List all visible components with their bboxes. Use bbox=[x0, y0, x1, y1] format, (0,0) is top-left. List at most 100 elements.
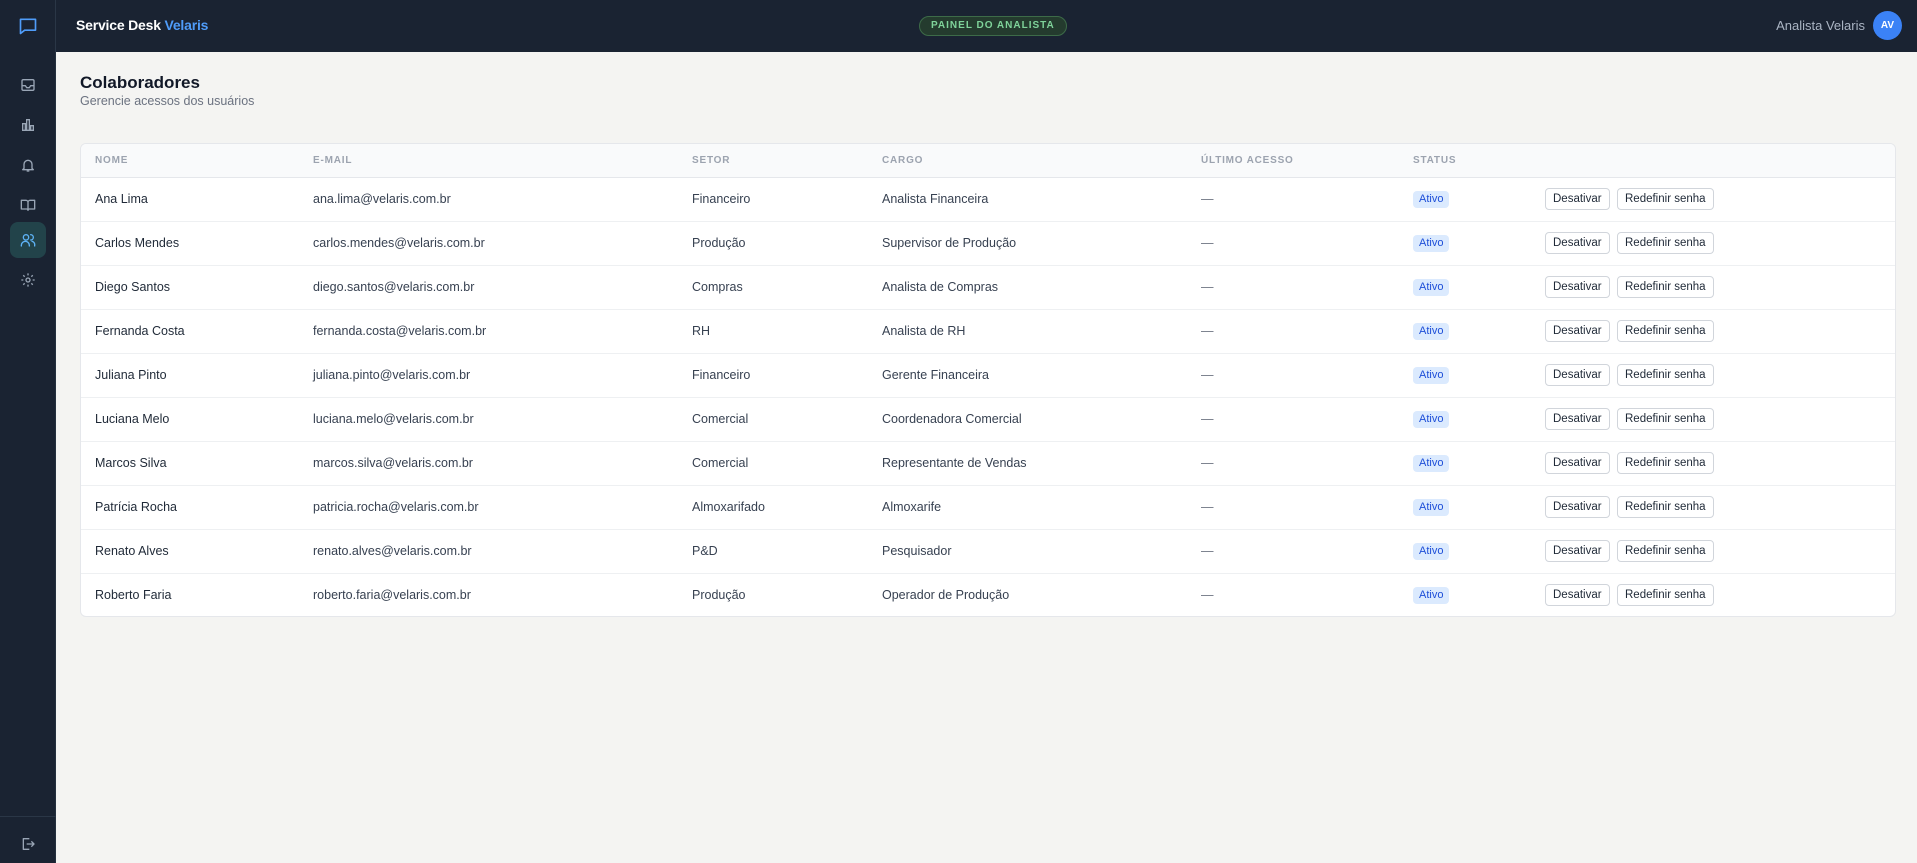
cell-last-access: — bbox=[1201, 236, 1214, 250]
deactivate-button[interactable]: Desativar bbox=[1545, 364, 1610, 386]
cell-last-access: — bbox=[1201, 192, 1214, 206]
cell-email: carlos.mendes@velaris.com.br bbox=[313, 236, 485, 250]
status-badge: Ativo bbox=[1413, 367, 1450, 384]
reset-password-button[interactable]: Redefinir senha bbox=[1617, 452, 1714, 474]
brand-prefix: Service Desk bbox=[76, 17, 161, 33]
chat-icon bbox=[19, 18, 36, 35]
reset-password-button[interactable]: Redefinir senha bbox=[1617, 188, 1714, 210]
user-name: Analista Velaris bbox=[1776, 18, 1865, 33]
cell-name: Diego Santos bbox=[95, 280, 171, 294]
cell-name: Renato Alves bbox=[95, 544, 169, 558]
deactivate-button[interactable]: Desativar bbox=[1545, 540, 1610, 562]
cell-last-access: — bbox=[1201, 456, 1214, 470]
panel-badge: PAINEL DO ANALISTA bbox=[919, 16, 1067, 36]
table-row: Renato Alves renato.alves@velaris.com.br P… bbox=[81, 530, 1895, 574]
cell-email: juliana.pinto@velaris.com.br bbox=[313, 368, 471, 382]
status-badge: Ativo bbox=[1413, 235, 1450, 252]
status-badge: Ativo bbox=[1413, 499, 1450, 516]
sidebar-item-notifications[interactable] bbox=[10, 147, 46, 183]
cell-sector: Comercial bbox=[692, 412, 749, 426]
reset-password-button[interactable]: Redefinir senha bbox=[1617, 408, 1714, 430]
cell-role: Analista de Compras bbox=[882, 280, 999, 294]
cell-sector: Financeiro bbox=[692, 368, 751, 382]
brand-logo-box[interactable] bbox=[0, 0, 56, 52]
bell-icon bbox=[22, 159, 34, 172]
cell-role: Gerente Financeira bbox=[882, 368, 990, 382]
cell-name: Ana Lima bbox=[95, 192, 148, 206]
reset-password-button[interactable]: Redefinir senha bbox=[1617, 584, 1714, 606]
brand-title: Service Desk Velaris bbox=[76, 17, 208, 33]
cell-email: patricia.rocha@velaris.com.br bbox=[313, 500, 479, 514]
cell-role: Almoxarife bbox=[882, 500, 942, 514]
reset-password-button[interactable]: Redefinir senha bbox=[1617, 320, 1714, 342]
reset-password-button[interactable]: Redefinir senha bbox=[1617, 232, 1714, 254]
cell-name: Patrícia Rocha bbox=[95, 500, 177, 514]
logout-button[interactable] bbox=[10, 826, 46, 862]
sidebar-divider bbox=[0, 816, 56, 817]
cell-role: Analista de RH bbox=[882, 324, 966, 338]
cell-name: Carlos Mendes bbox=[95, 236, 180, 250]
cell-last-access: — bbox=[1201, 412, 1214, 426]
reset-password-button[interactable]: Redefinir senha bbox=[1617, 496, 1714, 518]
cell-name: Marcos Silva bbox=[95, 456, 167, 470]
status-badge: Ativo bbox=[1413, 543, 1450, 560]
table-row: Ana Lima ana.lima@velaris.com.br Financeir… bbox=[81, 178, 1895, 222]
cell-email: fernanda.costa@velaris.com.br bbox=[313, 324, 487, 338]
cell-sector: RH bbox=[692, 324, 711, 338]
cell-role: Pesquisador bbox=[882, 544, 952, 558]
table-row: Roberto Faria roberto.faria@velaris.com.b… bbox=[81, 574, 1895, 616]
status-badge: Ativo bbox=[1413, 455, 1450, 472]
logout-icon bbox=[22, 838, 35, 850]
sidebar bbox=[0, 52, 56, 863]
deactivate-button[interactable]: Desativar bbox=[1545, 232, 1610, 254]
cell-sector: Financeiro bbox=[692, 192, 751, 206]
cell-email: ana.lima@velaris.com.br bbox=[313, 192, 451, 206]
cell-role: Coordenadora Comercial bbox=[882, 412, 1022, 426]
cell-role: Analista Financeira bbox=[882, 192, 989, 206]
page-title: Colaboradores bbox=[80, 73, 200, 92]
deactivate-button[interactable]: Desativar bbox=[1545, 496, 1610, 518]
page-subtitle: Gerencie acessos dos usuários bbox=[80, 94, 255, 108]
reset-password-button[interactable]: Redefinir senha bbox=[1617, 364, 1714, 386]
cell-role: Supervisor de Produção bbox=[882, 236, 1017, 250]
deactivate-button[interactable]: Desativar bbox=[1545, 188, 1610, 210]
cell-name: Luciana Melo bbox=[95, 412, 170, 426]
cell-sector: Compras bbox=[692, 280, 743, 294]
reset-password-button[interactable]: Redefinir senha bbox=[1617, 276, 1714, 298]
cell-last-access: — bbox=[1201, 544, 1214, 558]
cell-sector: P&D bbox=[692, 544, 718, 558]
deactivate-button[interactable]: Desativar bbox=[1545, 584, 1610, 606]
cell-role: Operador de Produção bbox=[882, 588, 1010, 602]
cell-last-access: — bbox=[1201, 324, 1214, 338]
cell-last-access: — bbox=[1201, 500, 1214, 514]
cell-last-access: — bbox=[1201, 280, 1214, 294]
top-bar: Service Desk Velaris PAINEL DO ANALISTA … bbox=[0, 0, 1917, 52]
reset-password-button[interactable]: Redefinir senha bbox=[1617, 540, 1714, 562]
deactivate-button[interactable]: Desativar bbox=[1545, 408, 1610, 430]
cell-role: Representante de Vendas bbox=[882, 456, 1027, 470]
users-icon bbox=[20, 234, 36, 247]
status-badge: Ativo bbox=[1413, 323, 1450, 340]
sidebar-item-settings[interactable] bbox=[10, 262, 46, 298]
cell-email: roberto.faria@velaris.com.br bbox=[313, 588, 471, 602]
table-row: Patrícia Rocha patricia.rocha@velaris.com… bbox=[81, 486, 1895, 530]
deactivate-button[interactable]: Desativar bbox=[1545, 276, 1610, 298]
gear-icon bbox=[21, 273, 35, 287]
cell-email: marcos.silva@velaris.com.br bbox=[313, 456, 473, 470]
deactivate-button[interactable]: Desativar bbox=[1545, 452, 1610, 474]
deactivate-button[interactable]: Desativar bbox=[1545, 320, 1610, 342]
cell-sector: Produção bbox=[692, 236, 746, 250]
sidebar-item-knowledge-base[interactable] bbox=[10, 187, 46, 223]
bar-chart-icon bbox=[22, 119, 34, 131]
sidebar-item-reports[interactable] bbox=[10, 107, 46, 143]
status-badge: Ativo bbox=[1413, 587, 1450, 604]
column-header-name: NOME bbox=[95, 155, 129, 166]
table-row: Marcos Silva marcos.silva@velaris.com.br C… bbox=[81, 442, 1895, 486]
users-table: NOME E-MAIL SETOR CARGO ÚLTIMO ACESSO ST… bbox=[80, 143, 1896, 617]
sidebar-item-users[interactable] bbox=[10, 222, 46, 258]
cell-sector: Produção bbox=[692, 588, 746, 602]
sidebar-item-inbox[interactable] bbox=[10, 67, 46, 103]
cell-name: Juliana Pinto bbox=[95, 368, 167, 382]
avatar[interactable]: AV bbox=[1873, 11, 1902, 40]
column-header-last-access: ÚLTIMO ACESSO bbox=[1201, 155, 1294, 166]
